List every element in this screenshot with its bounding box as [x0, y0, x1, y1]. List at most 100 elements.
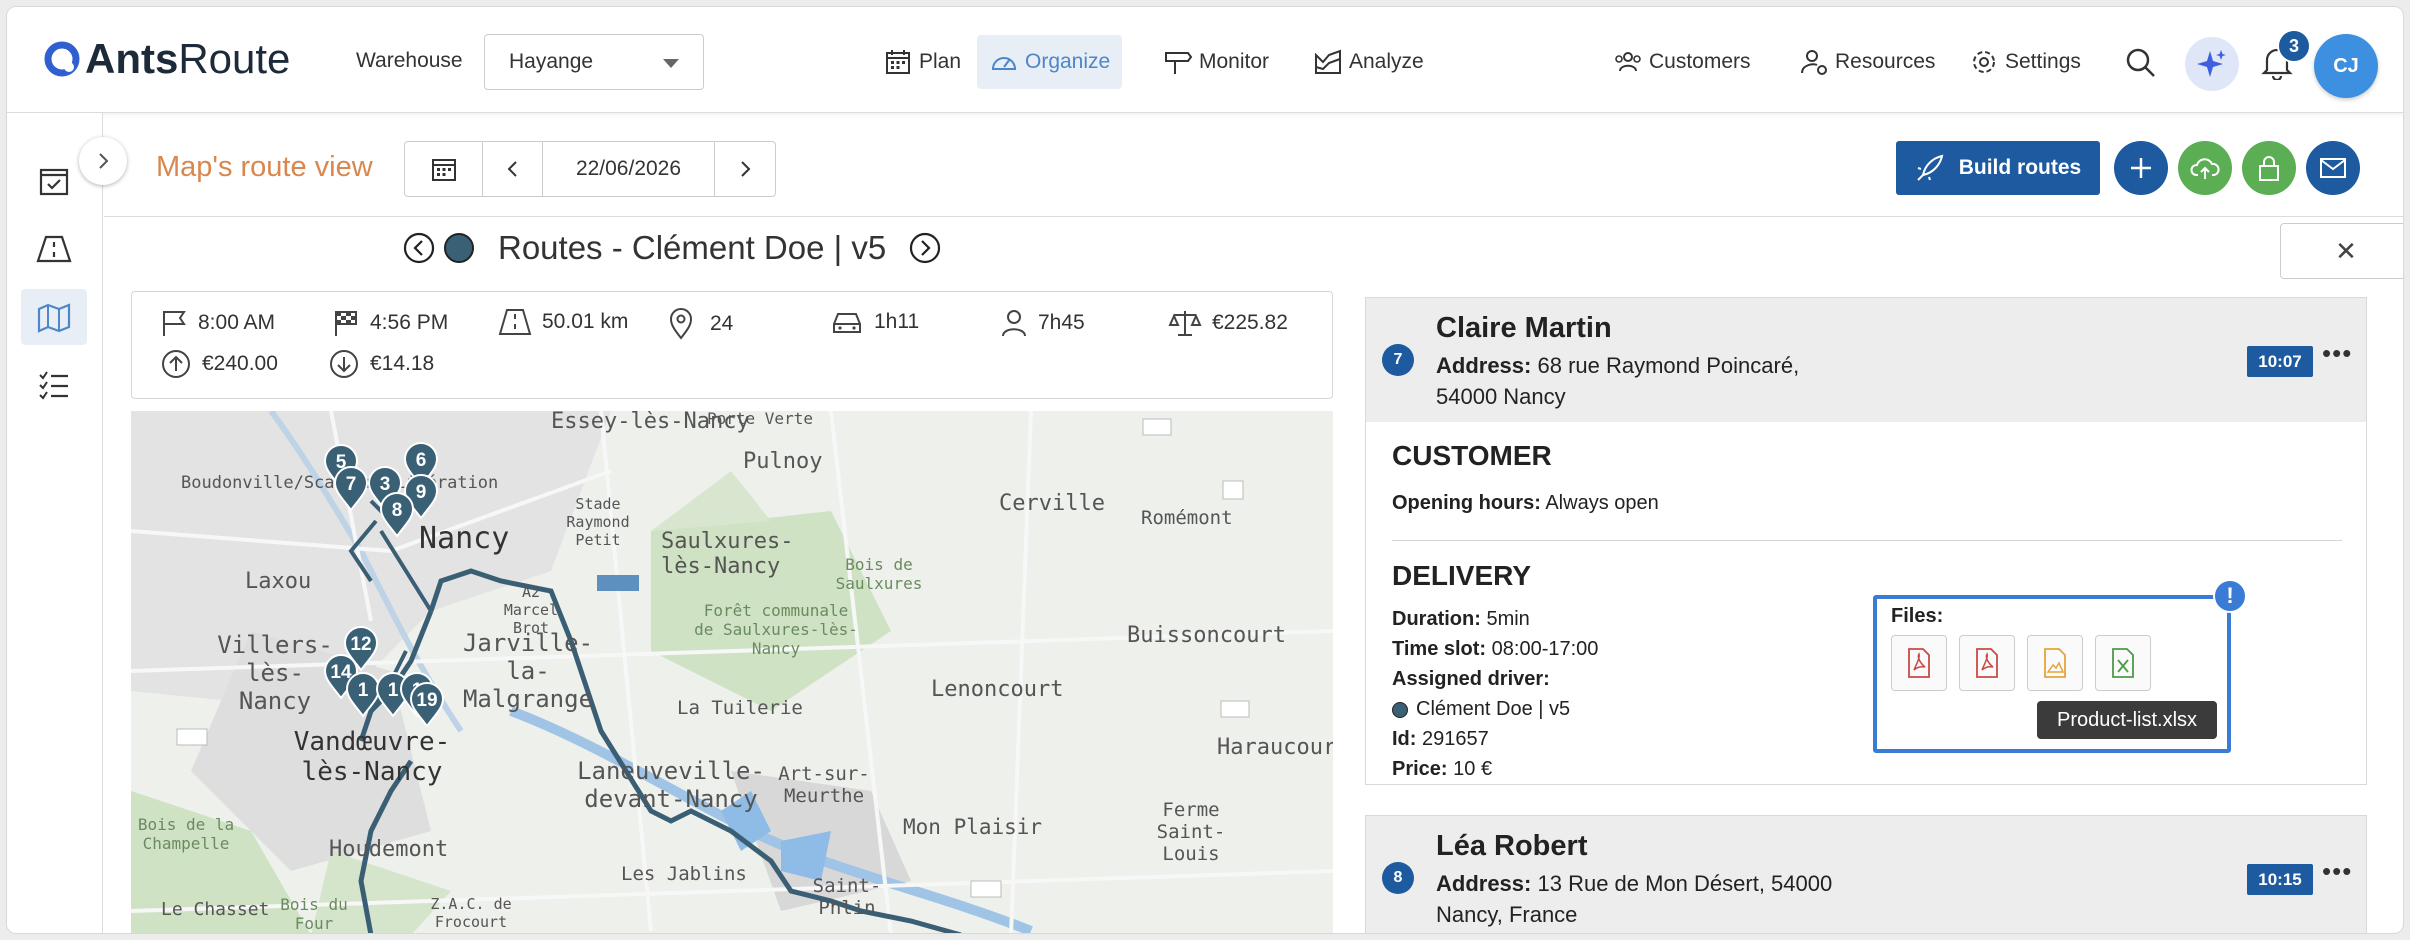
next-route-button[interactable]: [908, 231, 942, 265]
stop-name: Claire Martin: [1436, 312, 1612, 344]
warehouse-select[interactable]: Hayange: [484, 34, 704, 90]
map-label: Romémont: [1141, 507, 1233, 529]
calendar-icon: [431, 159, 456, 181]
route-header: Routes - Clément Doe | v5: [402, 229, 942, 267]
nav-monitor-label: Monitor: [1199, 50, 1270, 73]
page-title: Map's route view: [156, 151, 373, 183]
duration-label: Duration:: [1392, 608, 1481, 630]
previous-route-button[interactable]: [402, 231, 436, 265]
sidebar-item-map[interactable]: [21, 289, 87, 345]
map-label: Le Chasset: [161, 899, 270, 920]
nav-monitor[interactable]: Monitor: [1151, 35, 1281, 89]
nav-settings-label: Settings: [2005, 50, 2081, 73]
divider: [1392, 540, 2342, 541]
users-icon: [1615, 52, 1641, 72]
chevron-down-icon: [663, 59, 679, 68]
calendar-button[interactable]: [405, 142, 483, 196]
mail-icon: [2320, 158, 2346, 178]
previous-day-button[interactable]: [483, 142, 543, 196]
nav-organize[interactable]: Organize: [977, 35, 1123, 89]
chevron-right-icon: [99, 153, 109, 169]
chart-icon: [1315, 49, 1341, 74]
route-stop-pin[interactable]: 7: [332, 465, 370, 512]
sidebar-item-tasks[interactable]: [21, 153, 87, 209]
file-image-button[interactable]: [2027, 635, 2083, 691]
route-stop-pin[interactable]: 8: [378, 491, 416, 538]
stop-address: Address: 68 rue Raymond Poincaré, 54000 …: [1436, 350, 1866, 412]
revenue-down-value: €14.18: [370, 352, 435, 375]
close-button[interactable]: ✕: [2280, 223, 2403, 279]
alert-badge: !: [2213, 579, 2247, 613]
nav-customers-label: Customers: [1649, 50, 1751, 73]
nav-plan-label: Plan: [919, 50, 962, 73]
excel-file-icon: [2112, 648, 2134, 678]
sidebar-item-routes[interactable]: [21, 221, 87, 277]
file-pdf-button[interactable]: [1959, 635, 2015, 691]
eta-badge: 10:07: [2247, 346, 2313, 377]
map-label: Les Jablins: [621, 863, 747, 885]
nav-analyze-label: Analyze: [1349, 50, 1424, 73]
svg-text:6: 6: [416, 450, 427, 471]
stop-number-badge: 8: [1382, 862, 1414, 894]
email-button[interactable]: [2306, 141, 2360, 195]
map-label: Villers-lès-Nancy: [217, 631, 333, 715]
ants-logo-icon: [44, 41, 80, 77]
top-bar: Ants Route Warehouse Hayange Plan Organiz…: [7, 7, 2403, 113]
map-icon: [37, 303, 71, 333]
chevron-right-icon: [741, 161, 751, 177]
nav-resources-label: Resources: [1835, 50, 1936, 73]
route-map[interactable]: Essey-lès-Nancy Porte Verte Pulnoy Boudo…: [131, 411, 1333, 933]
warehouse-label: Warehouse: [356, 49, 463, 72]
search-button[interactable]: [2121, 43, 2161, 83]
dashboard-icon: [991, 57, 1017, 70]
sidebar-item-list[interactable]: [21, 357, 87, 413]
map-label: Lenoncourt: [931, 677, 1064, 702]
start-time-value: 8:00 AM: [198, 311, 276, 334]
ai-assistant-button[interactable]: [2185, 37, 2239, 91]
map-label: Saulxures-lès-Nancy: [661, 529, 794, 579]
map-label: Cerville: [999, 491, 1105, 516]
search-icon: [2126, 48, 2155, 77]
build-routes-button[interactable]: Build routes: [1896, 141, 2100, 195]
nav-settings[interactable]: Settings: [1957, 35, 2093, 89]
file-excel-button[interactable]: [2095, 635, 2151, 691]
nav-plan[interactable]: Plan: [871, 35, 973, 89]
map-label: Z.A.C. de Frocourt: [430, 895, 512, 931]
logo-text-light: Route: [178, 35, 291, 82]
file-pdf-button[interactable]: [1891, 635, 1947, 691]
app-frame: Ants Route Warehouse Hayange Plan Organiz…: [6, 6, 2404, 934]
upload-button[interactable]: [2178, 141, 2232, 195]
next-day-button[interactable]: [715, 142, 775, 196]
price-label: Price:: [1392, 758, 1448, 780]
route-stop-pin[interactable]: 19: [408, 681, 446, 728]
stat-cost: €225.82: [1168, 308, 1288, 338]
revenue-up-value: €240.00: [202, 352, 278, 375]
avatar[interactable]: CJ: [2314, 34, 2378, 98]
more-options-button[interactable]: •••: [2322, 856, 2352, 887]
nav-analyze[interactable]: Analyze: [1301, 35, 1436, 89]
stop-address: Address: 13 Rue de Mon Désert, 54000 Nan…: [1436, 868, 1866, 930]
drive-time-value: 1h11: [874, 310, 920, 333]
close-icon: ✕: [2335, 235, 2357, 266]
expand-sidebar-button[interactable]: [79, 137, 127, 185]
pdf-file-icon: [1908, 648, 1930, 678]
date-field[interactable]: 22/06/2026: [543, 142, 715, 196]
more-options-button[interactable]: •••: [2322, 338, 2352, 369]
lock-button[interactable]: [2242, 141, 2296, 195]
delivery-section-title: DELIVERY: [1392, 560, 1531, 591]
nav-resources[interactable]: Resources: [1787, 35, 1947, 89]
lock-icon: [2259, 156, 2279, 181]
address-label: Address:: [1436, 353, 1532, 378]
checkered-flag-icon: [335, 311, 357, 336]
svg-text:8: 8: [392, 500, 403, 521]
add-button[interactable]: [2114, 141, 2168, 195]
map-label: Haraucourt: [1217, 735, 1333, 760]
date-navigator: 22/06/2026: [404, 141, 776, 197]
map-label: Laxou: [245, 569, 312, 594]
logo[interactable]: Ants Route: [43, 35, 290, 83]
id-label: Id:: [1392, 728, 1417, 750]
stop-card[interactable]: 8 Léa Robert Address: 13 Rue de Mon Dése…: [1365, 815, 2367, 933]
flag-icon: [163, 311, 186, 336]
nav-customers[interactable]: Customers: [1601, 35, 1763, 89]
stops-value: 24: [710, 312, 734, 335]
